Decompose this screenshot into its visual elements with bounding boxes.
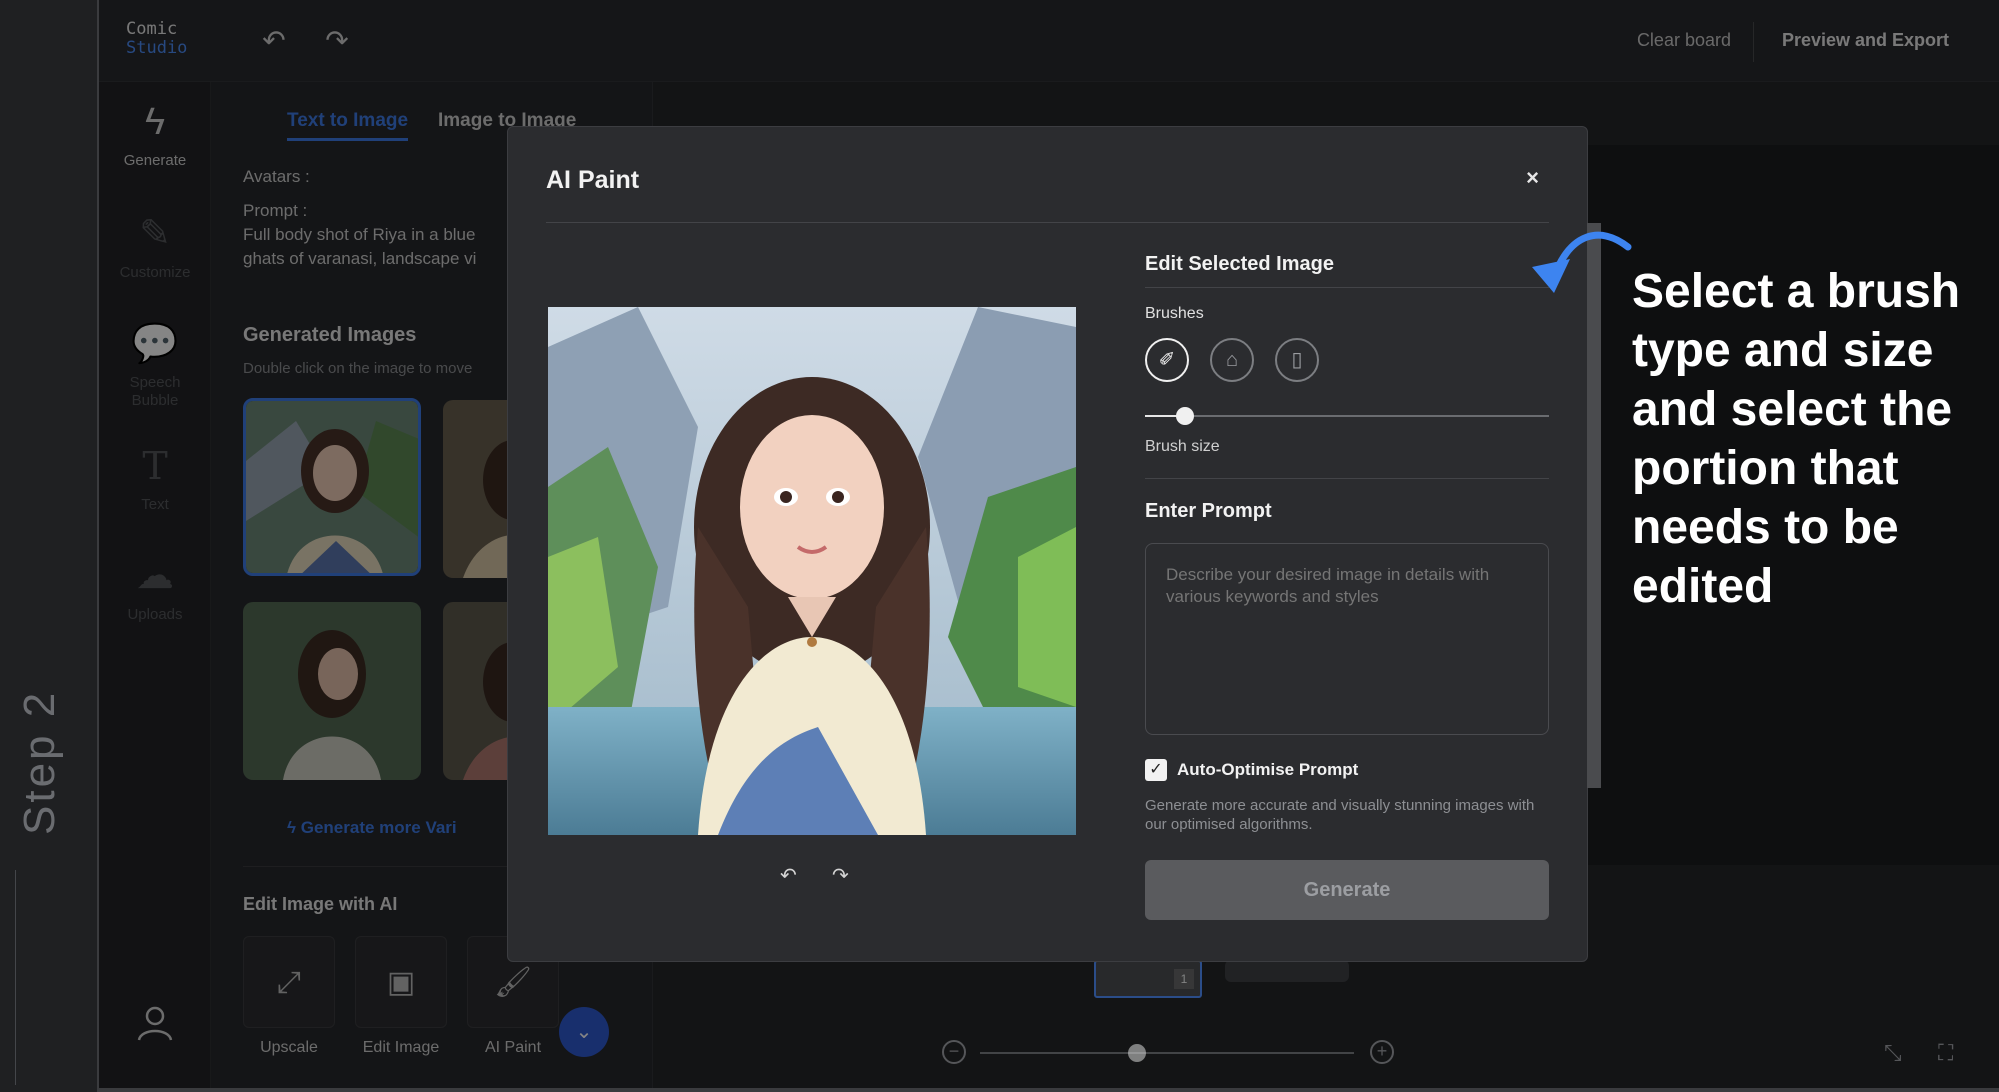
checkmark-icon: ✓ (1149, 761, 1163, 778)
canvas-redo-icon[interactable]: ↷ (832, 863, 849, 888)
zoom-slider-handle[interactable] (1128, 1044, 1146, 1062)
step-label: Step 2 (15, 689, 64, 835)
prompt-input[interactable] (1145, 543, 1549, 735)
section-divider (1145, 287, 1549, 288)
zoom-slider-track[interactable] (980, 1052, 1354, 1054)
screenshot-root: Step 2 Comic Studio ↶ ↷ Clear board Prev… (0, 0, 1999, 1092)
page-thumbnail[interactable]: 1 (1094, 960, 1202, 998)
brush-spray-button[interactable]: ▯ (1275, 338, 1319, 382)
ai-paint-modal: AI Paint × ↶ ↷ Edit Selected Image Brush… (507, 126, 1601, 962)
spray-brush-icon: ▯ (1291, 349, 1303, 371)
brush-size-slider-track[interactable] (1145, 415, 1549, 417)
enter-prompt-title: Enter Prompt (1145, 500, 1272, 522)
auto-optimise-checkbox[interactable]: ✓ (1145, 759, 1167, 781)
brush-marker-button[interactable]: ⌂ (1210, 338, 1254, 382)
add-page-placeholder[interactable] (1225, 960, 1349, 982)
fullscreen-icon[interactable]: ⛶ (1938, 1040, 1953, 1066)
generate-button[interactable]: Generate (1145, 860, 1549, 920)
tutorial-annotation: Select a brush type and size and select … (1632, 265, 1961, 613)
close-icon[interactable]: × (1526, 165, 1539, 191)
auto-optimise-description: Generate more accurate and visually stun… (1145, 797, 1535, 833)
brush-size-slider-handle[interactable] (1176, 407, 1194, 425)
collapse-icon[interactable]: ⤡ (1884, 1040, 1902, 1066)
step-divider (15, 870, 16, 1085)
brushes-label: Brushes (1145, 305, 1204, 322)
brush-size-label: Brush size (1145, 438, 1220, 455)
marker-brush-icon: ⌂ (1225, 349, 1239, 371)
section-divider (1145, 478, 1549, 479)
modal-divider (546, 222, 1549, 223)
edit-selected-image-title: Edit Selected Image (1145, 253, 1334, 275)
zoom-in-icon[interactable]: + (1370, 1040, 1394, 1064)
paint-canvas[interactable] (548, 307, 1076, 835)
step-gutter: Step 2 (0, 0, 97, 1092)
canvas-undo-icon[interactable]: ↶ (780, 863, 797, 888)
zoom-out-icon[interactable]: − (942, 1040, 966, 1064)
page-number: 1 (1174, 969, 1194, 989)
auto-optimise-label[interactable]: Auto-Optimise Prompt (1177, 760, 1358, 780)
modal-scrollbar[interactable] (1587, 223, 1601, 788)
modal-title: AI Paint (546, 166, 640, 194)
edit-image (548, 307, 1076, 835)
annotation-arrow-icon (1532, 231, 1632, 293)
brush-pencil-button[interactable]: ✐ (1145, 338, 1189, 382)
pencil-brush-icon: ✐ (1158, 349, 1176, 371)
